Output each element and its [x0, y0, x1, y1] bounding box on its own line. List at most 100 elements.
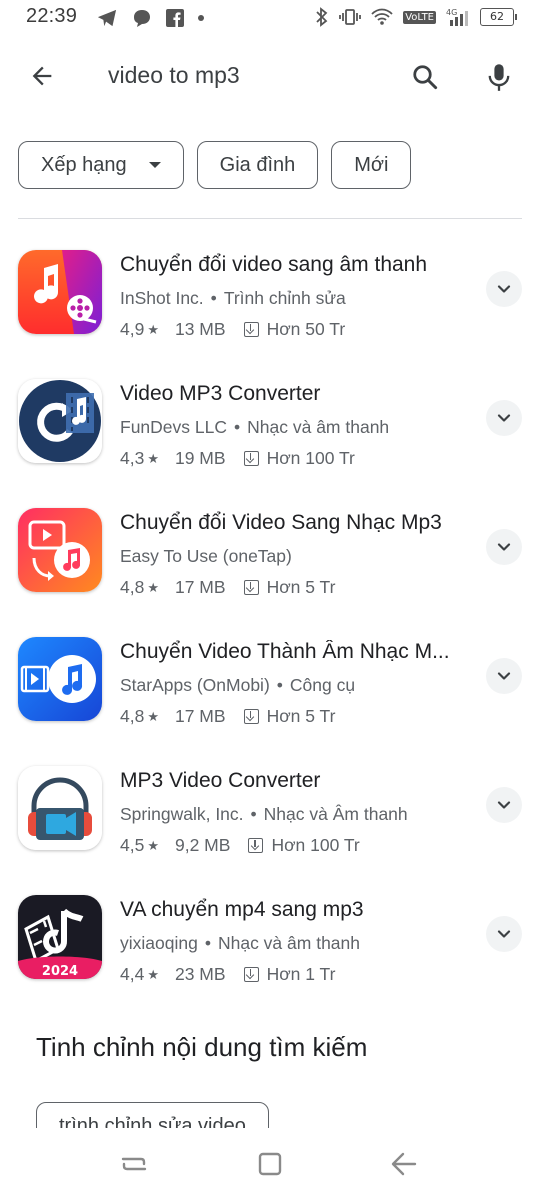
separator-dot: •	[204, 933, 211, 953]
app-subtitle: StarApps (OnMobi) • Công cụ	[120, 675, 355, 696]
app-downloads: Hơn 100 Tr	[271, 835, 360, 855]
microphone-icon	[488, 64, 510, 91]
app-list-item[interactable]: Video MP3 Converter FunDevs LLC • Nhạc và …	[0, 379, 540, 508]
app-rating: 4,8	[120, 706, 145, 726]
volte-badge: VoLTE	[403, 10, 436, 24]
search-bar: video to mp3	[0, 40, 540, 112]
system-back-button[interactable]	[384, 1148, 424, 1180]
expand-button[interactable]	[486, 271, 522, 307]
recents-button[interactable]	[114, 1148, 154, 1180]
app-title: MP3 Video Converter	[120, 769, 321, 792]
star-icon: ★	[147, 837, 159, 853]
refine-section-title: Tinh chỉnh nội dung tìm kiếm	[36, 1032, 368, 1062]
star-icon: ★	[147, 708, 159, 724]
search-icon	[413, 65, 438, 90]
facebook-icon	[166, 9, 184, 27]
separator-dot: •	[250, 804, 257, 824]
app-list: Chuyển đổi video sang âm thanh InShot In…	[0, 250, 540, 1024]
app-meta: 4,8 ★ 17 MB Hơn 5 Tr	[120, 577, 335, 598]
download-icon	[243, 967, 259, 982]
chevron-down-icon	[497, 543, 511, 551]
signal-icon: 4G	[446, 8, 468, 26]
inshot-audio-icon[interactable]	[18, 250, 102, 334]
app-rating: 4,8	[120, 577, 145, 597]
app-list-item[interactable]: 2024 VA chuyển mp4 sang mp3 yixiaoqing • N…	[0, 895, 540, 1024]
app-developer: Springwalk, Inc.	[120, 804, 244, 824]
chevron-down-icon	[497, 672, 511, 680]
svg-text:4G: 4G	[446, 8, 457, 17]
va-converter-icon[interactable]: 2024	[18, 895, 102, 979]
app-list-item[interactable]: Chuyển Video Thành Âm Nhạc M... StarApps…	[0, 637, 540, 766]
separator-dot: •	[276, 675, 283, 695]
battery-indicator: 62	[480, 8, 517, 26]
app-downloads: Hơn 1 Tr	[266, 964, 336, 984]
app-meta: 4,9 ★ 13 MB Hơn 50 Tr	[120, 319, 345, 340]
star-icon: ★	[147, 579, 159, 595]
download-icon	[243, 580, 259, 595]
onetap-converter-icon[interactable]	[18, 508, 102, 592]
telegram-icon	[97, 9, 117, 27]
app-size: 23 MB	[174, 964, 226, 984]
download-icon	[243, 709, 259, 724]
springwalk-headphones-icon[interactable]	[18, 766, 102, 850]
app-category: Nhạc và âm thanh	[217, 933, 360, 953]
chevron-down-icon	[497, 285, 511, 293]
app-subtitle: Easy To Use (oneTap)	[120, 546, 292, 567]
search-button[interactable]	[404, 56, 446, 98]
app-rating: 4,3	[120, 448, 145, 468]
app-category: Nhạc và âm thanh	[247, 417, 390, 437]
chevron-down-icon	[497, 414, 511, 422]
expand-button[interactable]	[486, 916, 522, 952]
app-developer: StarApps (OnMobi)	[120, 675, 270, 695]
recents-icon	[121, 1157, 147, 1171]
app-title: VA chuyển mp4 sang mp3	[120, 898, 364, 921]
app-downloads: Hơn 5 Tr	[266, 706, 336, 726]
filter-chip-new[interactable]: Mới	[331, 141, 412, 189]
expand-button[interactable]	[486, 400, 522, 436]
app-size: 9,2 MB	[174, 835, 231, 855]
icon-badge-text: 2024	[42, 964, 78, 979]
filter-chip-label: Mới	[354, 153, 389, 176]
app-developer: FunDevs LLC	[120, 417, 227, 437]
app-size: 19 MB	[174, 448, 226, 468]
bluetooth-icon	[316, 7, 328, 27]
starapps-converter-icon[interactable]	[18, 637, 102, 721]
expand-button[interactable]	[486, 787, 522, 823]
home-square-icon	[258, 1152, 282, 1176]
app-title: Chuyển đổi Video Sang Nhạc Mp3	[120, 511, 442, 534]
app-meta: 4,4 ★ 23 MB Hơn 1 Tr	[120, 964, 335, 985]
app-meta: 4,8 ★ 17 MB Hơn 5 Tr	[120, 706, 335, 727]
more-notifications-icon	[198, 15, 204, 21]
expand-button[interactable]	[486, 658, 522, 694]
filter-chip-rating[interactable]: Xếp hạng	[18, 141, 184, 189]
separator-dot: •	[234, 417, 241, 437]
app-rating: 4,4	[120, 964, 145, 984]
app-downloads: Hơn 50 Tr	[266, 319, 346, 339]
expand-button[interactable]	[486, 529, 522, 565]
star-icon: ★	[147, 966, 159, 982]
home-button[interactable]	[250, 1148, 290, 1180]
fundevs-converter-icon[interactable]	[18, 379, 102, 463]
filter-chip-family[interactable]: Gia đình	[196, 141, 319, 189]
app-title: Chuyển đổi video sang âm thanh	[120, 253, 428, 276]
voice-search-button[interactable]	[478, 56, 520, 98]
app-size: 13 MB	[174, 319, 226, 339]
chevron-down-icon	[497, 930, 511, 938]
app-size: 17 MB	[174, 706, 226, 726]
star-icon: ★	[147, 321, 159, 337]
app-list-item[interactable]: Chuyển đổi Video Sang Nhạc Mp3 Easy To U…	[0, 508, 540, 637]
divider	[18, 218, 522, 219]
app-title: Chuyển Video Thành Âm Nhạc M...	[120, 640, 450, 663]
app-title: Video MP3 Converter	[120, 382, 321, 405]
app-size: 17 MB	[174, 577, 226, 597]
app-list-item[interactable]: Chuyển đổi video sang âm thanh InShot In…	[0, 250, 540, 379]
app-rating: 4,9	[120, 319, 145, 339]
search-input[interactable]: video to mp3	[108, 62, 240, 89]
download-icon	[248, 838, 264, 853]
app-list-item[interactable]: MP3 Video Converter Springwalk, Inc. • Nhạ…	[0, 766, 540, 895]
dropdown-caret-icon	[148, 162, 161, 168]
app-developer: yixiaoqing	[120, 933, 198, 953]
system-nav-bar	[0, 1128, 540, 1200]
app-meta: 4,5 ★ 9,2 MB Hơn 100 Tr	[120, 835, 360, 856]
back-button[interactable]	[22, 56, 62, 96]
